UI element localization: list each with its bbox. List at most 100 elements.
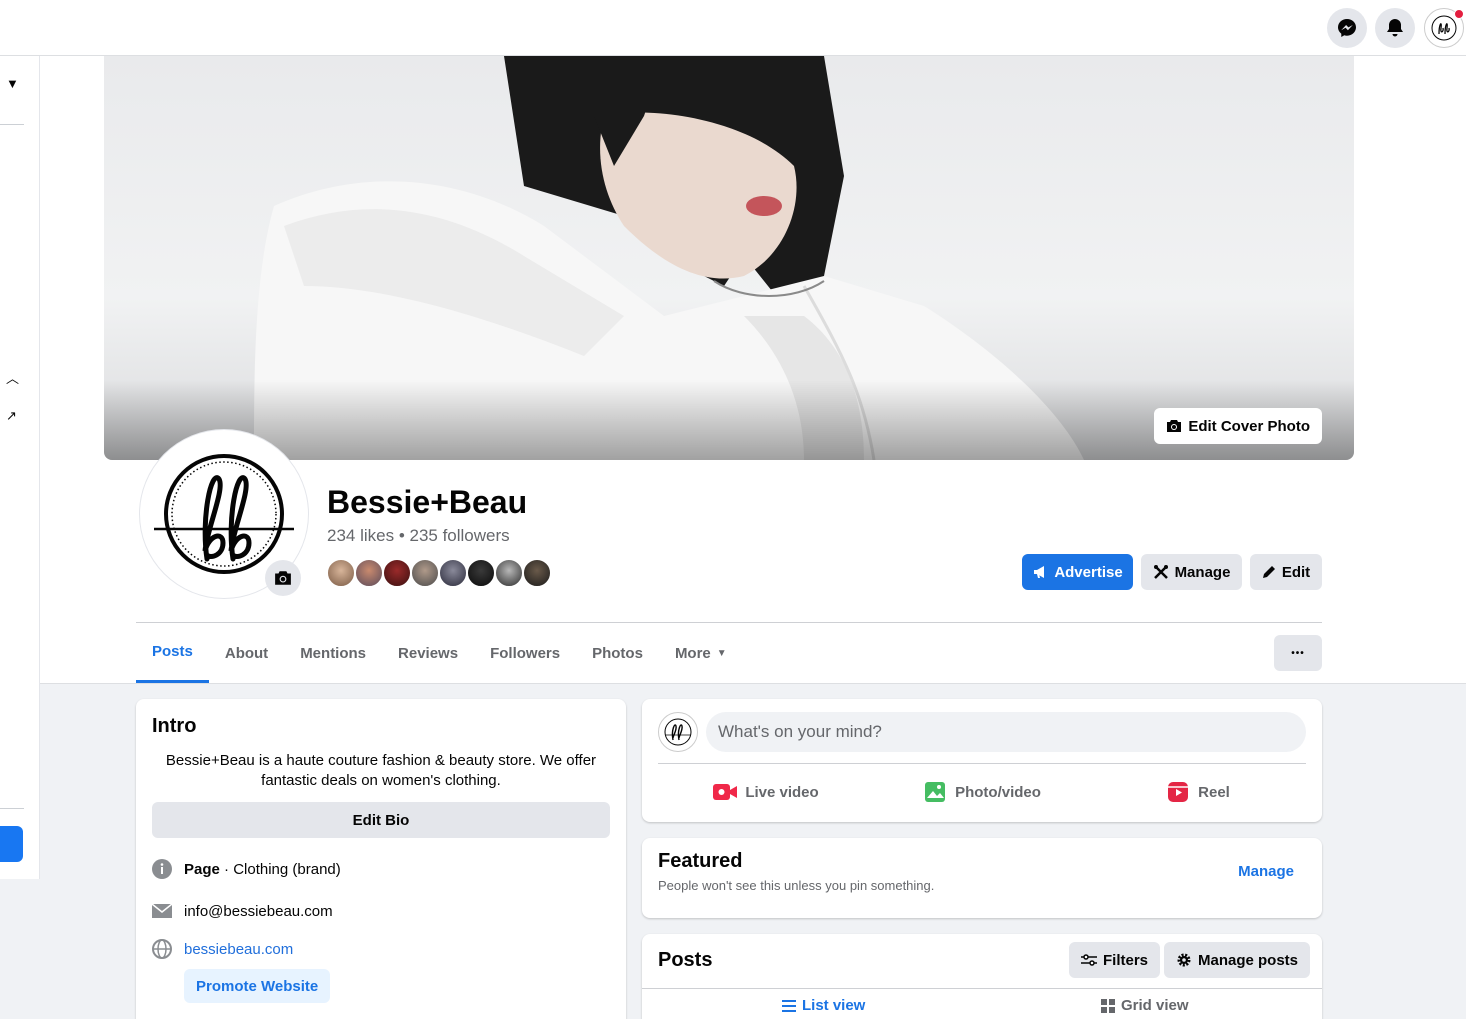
page-stats[interactable]: 234 likes • 235 followers xyxy=(327,526,510,546)
advertise-label: Advertise xyxy=(1054,563,1123,581)
reel-icon xyxy=(1168,782,1189,802)
manage-label: Manage xyxy=(1174,563,1231,581)
follower-avatar[interactable] xyxy=(466,558,496,588)
bell-icon xyxy=(1387,19,1403,37)
manage-button[interactable]: Manage xyxy=(1141,554,1242,590)
posts-card: Posts Filters Manage posts List view Gri… xyxy=(642,934,1322,1019)
grid-view-tab[interactable]: Grid view xyxy=(1101,997,1189,1014)
promote-website-button[interactable]: Promote Website xyxy=(184,969,331,1003)
tab-followers[interactable]: Followers xyxy=(474,623,576,683)
account-menu-button[interactable] xyxy=(1424,8,1464,48)
intro-card: Intro Bessie+Beau is a haute couture fas… xyxy=(136,699,626,1019)
messenger-icon xyxy=(1338,19,1356,37)
top-navigation-bar xyxy=(0,0,1466,56)
notification-dot xyxy=(1454,9,1464,19)
page-title: Bessie+Beau xyxy=(327,484,528,520)
whats-on-your-mind-input[interactable]: What's on your mind? xyxy=(706,712,1306,752)
page-category: · Clothing (brand) xyxy=(219,860,341,878)
live-video-label: Live video xyxy=(745,783,819,801)
composer-avatar[interactable] xyxy=(658,712,698,752)
sidebar-divider xyxy=(0,124,24,125)
tab-posts[interactable]: Posts xyxy=(136,623,209,683)
globe-icon xyxy=(152,939,172,959)
edit-cover-photo-button[interactable]: Edit Cover Photo xyxy=(1154,408,1322,444)
tab-more[interactable]: More ▼ xyxy=(659,623,743,683)
featured-manage-link[interactable]: Manage xyxy=(1238,863,1294,880)
external-arrow-icon[interactable]: ↗ xyxy=(6,408,17,424)
tab-label: About xyxy=(224,644,269,662)
live-video-icon xyxy=(713,784,738,800)
follower-avatar[interactable] xyxy=(494,558,524,588)
advertise-button[interactable]: Advertise xyxy=(1022,554,1133,590)
edit-button[interactable]: Edit xyxy=(1250,554,1322,590)
follower-avatar[interactable] xyxy=(382,558,412,588)
tab-label: Reviews xyxy=(398,644,459,662)
cover-photo[interactable]: Edit Cover Photo xyxy=(104,56,1354,460)
follower-avatar[interactable] xyxy=(522,558,552,588)
messenger-button[interactable] xyxy=(1327,8,1367,48)
tools-icon xyxy=(1153,565,1168,579)
tab-mentions[interactable]: Mentions xyxy=(284,623,382,683)
edit-bio-button[interactable]: Edit Bio xyxy=(152,802,610,838)
pencil-icon xyxy=(1262,566,1275,578)
grid-icon xyxy=(1101,998,1115,1013)
intro-bio: Bessie+Beau is a haute couture fashion &… xyxy=(165,752,597,789)
sidebar-divider xyxy=(0,808,24,809)
tab-photos[interactable]: Photos xyxy=(576,623,659,683)
follower-avatar[interactable] xyxy=(438,558,468,588)
email-text: info@bessiebeau.com xyxy=(184,902,333,920)
camera-icon xyxy=(275,571,291,585)
sidebar-blue-button[interactable] xyxy=(0,826,23,862)
website-link[interactable]: bessiebeau.com xyxy=(184,941,293,958)
email-row: info@bessiebeau.com xyxy=(152,901,333,921)
bessie-beau-logo xyxy=(664,718,692,746)
edit-bio-label: Edit Bio xyxy=(352,811,410,829)
follower-avatar[interactable] xyxy=(410,558,440,588)
post-composer: What's on your mind? Live video Photo/vi… xyxy=(642,699,1322,822)
posts-title: Posts xyxy=(658,949,713,971)
featured-card: Featured People won't see this unless yo… xyxy=(642,838,1322,918)
edit-label: Edit xyxy=(1281,563,1311,581)
tab-label: Followers xyxy=(490,644,561,662)
ellipsis-icon: ••• xyxy=(1291,647,1305,659)
tab-label: Photos xyxy=(592,644,643,662)
photo-video-button[interactable]: Photo/video xyxy=(874,772,1090,812)
tab-reviews[interactable]: Reviews xyxy=(382,623,474,683)
follower-avatar[interactable] xyxy=(354,558,384,588)
list-icon xyxy=(782,999,796,1012)
megaphone-icon xyxy=(1034,566,1045,578)
live-video-button[interactable]: Live video xyxy=(658,772,874,812)
grid-view-label: Grid view xyxy=(1121,997,1189,1014)
featured-title: Featured xyxy=(658,850,743,872)
reel-button[interactable]: Reel xyxy=(1090,772,1306,812)
photo-video-label: Photo/video xyxy=(955,783,1041,801)
tab-label: Posts xyxy=(152,643,193,660)
reel-label: Reel xyxy=(1198,783,1230,801)
tab-about[interactable]: About xyxy=(209,623,284,683)
update-profile-picture-button[interactable] xyxy=(265,560,301,596)
featured-subtitle: People won't see this unless you pin som… xyxy=(658,878,935,893)
envelope-icon xyxy=(152,901,172,921)
notifications-button[interactable] xyxy=(1375,8,1415,48)
intro-title: Intro xyxy=(152,715,197,737)
follower-avatar[interactable] xyxy=(326,558,356,588)
chevron-up-icon[interactable]: ︿ xyxy=(6,368,19,387)
manage-posts-button[interactable]: Manage posts xyxy=(1164,942,1311,978)
account-avatar xyxy=(1431,15,1457,41)
filters-icon xyxy=(1081,954,1097,966)
caret-down-icon[interactable]: ▼ xyxy=(6,76,19,91)
website-row: bessiebeau.com xyxy=(152,939,293,959)
filters-button[interactable]: Filters xyxy=(1069,942,1161,978)
gear-icon xyxy=(1177,953,1191,967)
list-view-tab[interactable]: List view xyxy=(782,997,865,1014)
caret-down-icon: ▼ xyxy=(716,647,727,659)
tab-label: Mentions xyxy=(300,644,367,662)
info-icon xyxy=(152,859,172,879)
filters-label: Filters xyxy=(1103,951,1149,969)
page-category-row: Page · Clothing (brand) xyxy=(152,859,341,879)
list-view-label: List view xyxy=(802,997,866,1014)
tab-label: More xyxy=(674,644,711,662)
follower-avatars[interactable] xyxy=(326,558,552,590)
more-options-button[interactable]: ••• xyxy=(1274,635,1322,671)
page-tabs: Posts About Mentions Reviews Followers P… xyxy=(136,623,743,683)
